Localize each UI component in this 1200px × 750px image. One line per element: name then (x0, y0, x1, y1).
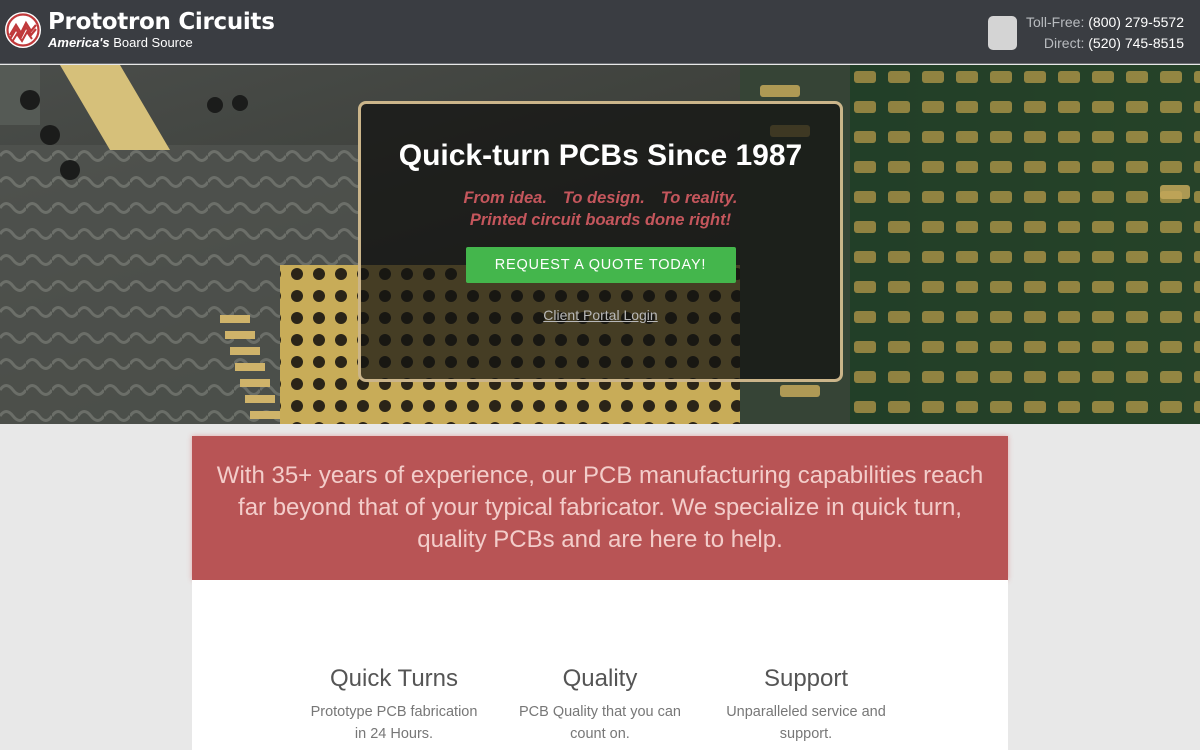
hero-card: Quick-turn PCBs Since 1987 From idea. To … (358, 101, 843, 382)
toll-free-label: Toll-Free: (1026, 14, 1085, 30)
direct-line: Direct: (520) 745-8515 (1026, 33, 1184, 54)
client-portal-login-link[interactable]: Client Portal Login (543, 307, 657, 323)
hero-tagline-line2: Printed circuit boards done right! (469, 211, 732, 229)
feature-title: Support (763, 665, 849, 692)
toll-free-line: Toll-Free: (800) 279-5572 (1026, 12, 1184, 33)
request-quote-button[interactable]: REQUEST A QUOTE TODAY! (465, 247, 736, 283)
feature-text: PCB Quality that you can count on. (519, 704, 681, 742)
feature-text: Prototype PCB fabrication in 24 Hours. (310, 704, 478, 742)
banner-text: With 35+ years of experience, our PCB ma… (216, 462, 984, 553)
hero-tagline-line1: From idea. To design. To reality. (463, 189, 738, 207)
contact-info: Toll-Free: (800) 279-5572 Direct: (520) … (1026, 12, 1184, 54)
site-logo[interactable]: Prototron Circuits America's Board Sourc… (4, 11, 275, 49)
feature-title: Quick Turns (329, 665, 459, 692)
feature-title: Quality (562, 665, 638, 692)
direct-label: Direct: (1043, 35, 1085, 51)
hero-tagline: From idea. To design. To reality. Printed … (361, 187, 840, 231)
logo-icon (5, 12, 41, 48)
experience-banner: With 35+ years of experience, our PCB ma… (192, 436, 1008, 580)
feature-quick-turns: Quick Turns Prototype PCB fabrication in… (304, 665, 484, 745)
menu-icon[interactable] (988, 16, 1017, 50)
feature-support: Support Unparalleled service and support… (716, 665, 896, 745)
toll-free-number[interactable]: (800) 279-5572 (1088, 14, 1184, 30)
feature-text: Unparalleled service and support. (726, 704, 886, 742)
logo-title: Prototron Circuits (48, 9, 275, 35)
direct-number[interactable]: (520) 745-8515 (1088, 35, 1184, 51)
hero-title: Quick-turn PCBs Since 1987 (398, 139, 803, 172)
feature-quality: Quality PCB Quality that you can count o… (510, 665, 690, 745)
logo-tagline: America's Board Source (48, 35, 193, 50)
features-section: Quick Turns Prototype PCB fabrication in… (192, 580, 1008, 750)
site-header: Prototron Circuits America's Board Sourc… (0, 0, 1200, 64)
hero-section: Quick-turn PCBs Since 1987 From idea. To … (0, 65, 1200, 424)
